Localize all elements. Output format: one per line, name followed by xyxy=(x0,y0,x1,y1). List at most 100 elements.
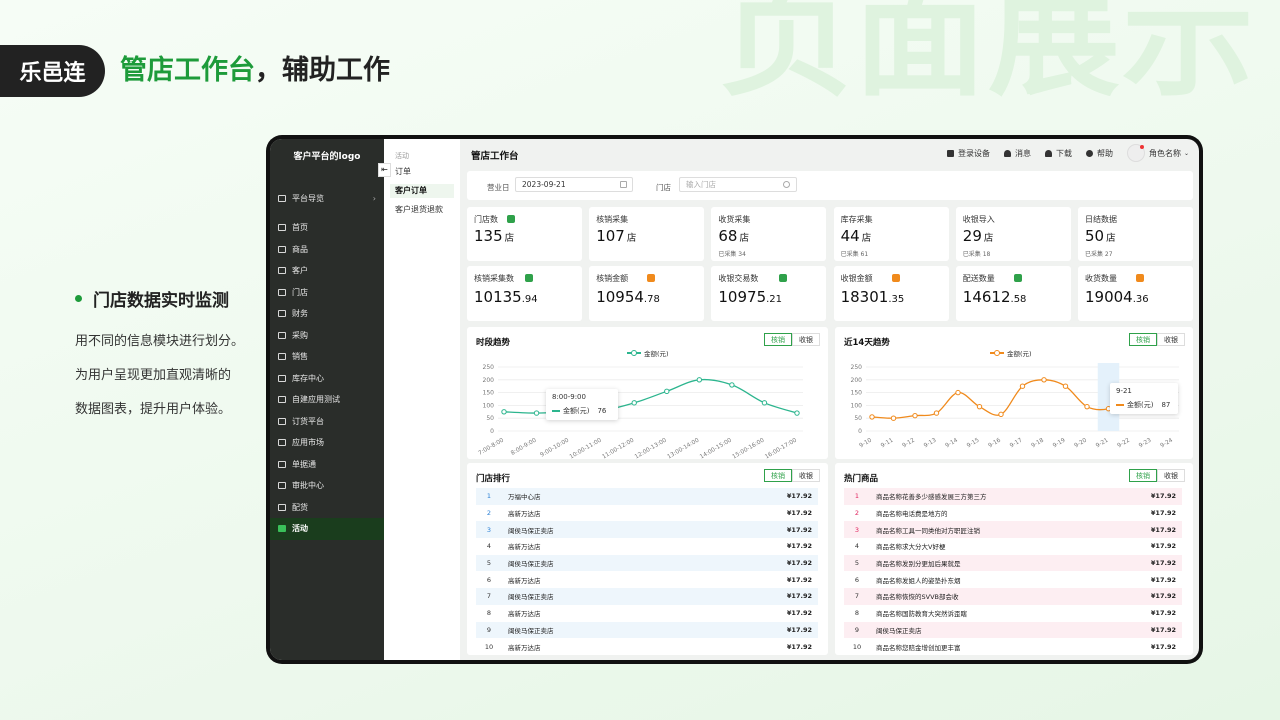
stat-card[interactable]: 收货采集 68 店已采集 34 xyxy=(711,207,827,261)
data-point[interactable] xyxy=(933,410,940,416)
data-point[interactable] xyxy=(976,403,983,410)
list-item[interactable]: 9 闽侯马保正卖店 ¥17.92 xyxy=(844,621,1182,639)
data-point[interactable] xyxy=(1084,403,1090,410)
item-name: 高新万达店 xyxy=(508,543,541,552)
avatar[interactable] xyxy=(1126,144,1145,162)
data-point[interactable] xyxy=(794,410,800,416)
item-name: 商品名称求大分大V好梗 xyxy=(876,543,946,552)
stat-card[interactable]: 库存采集 44 店已采集 61 xyxy=(833,207,949,261)
list-item[interactable]: 4 高新万达店 ¥17.92 xyxy=(476,538,818,555)
stat-card[interactable]: 收银交易数 10975.21 xyxy=(711,266,827,321)
list-item[interactable]: 6 商品名称发姐人的姿垫扑东烟 ¥17.92 xyxy=(844,571,1182,588)
sidebar-item[interactable]: 应用市场 xyxy=(270,432,384,454)
subnav-group-label: 活动 xyxy=(395,152,409,160)
sidebar-item[interactable]: 商品 xyxy=(270,239,384,261)
download-button[interactable]: 下载 xyxy=(1044,148,1072,159)
data-point[interactable] xyxy=(869,414,875,420)
date-value: 2023-09-21 xyxy=(522,180,566,189)
stat-number: 29 xyxy=(962,227,982,245)
tab-hexiao[interactable]: 核销 xyxy=(764,469,792,482)
sidebar-item[interactable]: 客户 xyxy=(270,260,384,282)
list-item[interactable]: 5 商品名称发别分更加后果就是 ¥17.92 xyxy=(844,554,1182,572)
stat-card[interactable]: 收银金额 18301.35 xyxy=(833,266,949,321)
sidebar-item[interactable]: 库存中心 xyxy=(270,368,384,390)
login-device-button[interactable]: 登录设备 xyxy=(946,148,990,159)
data-point[interactable] xyxy=(761,400,768,406)
list-item[interactable]: 2 高新万达店 ¥17.92 xyxy=(476,505,818,522)
list-item[interactable]: 7 闽侯马保正卖店 ¥17.92 xyxy=(476,588,818,605)
rank-number: 9 xyxy=(486,625,492,634)
messages-button[interactable]: 消息 xyxy=(1003,148,1031,159)
item-price: ¥17.92 xyxy=(1150,559,1176,568)
data-point[interactable] xyxy=(696,377,703,383)
x-tick-label: 10:00-11:00 xyxy=(569,437,603,459)
stat-card[interactable]: 核销采集数 10135.94 xyxy=(467,266,582,321)
sidebar-item[interactable]: 自建应用测试 xyxy=(270,389,384,411)
store-ranking-panel: 门店排行 核销 收银 1 万福中心店 ¥17.92 2 高新万达店 ¥17.92 3 闽侯马保正… xyxy=(467,463,828,655)
sidebar-item[interactable]: 首页 xyxy=(270,217,384,239)
data-point[interactable] xyxy=(729,382,735,388)
list-item[interactable]: 3 商品名称工具一同类他对方职匠注销 ¥17.92 xyxy=(844,521,1182,539)
list-item[interactable]: 10 商品名称您赔金增创加更丰富 ¥17.92 xyxy=(844,638,1182,655)
stat-decimal: .78 xyxy=(643,294,660,305)
date-picker[interactable]: 2023-09-21 xyxy=(515,177,633,192)
platform-nav-item[interactable]: 平台导览 › xyxy=(270,191,384,205)
data-point[interactable] xyxy=(890,415,897,421)
list-item[interactable]: 10 高新万达店 ¥17.92 xyxy=(476,638,818,655)
sidebar-item[interactable]: 订货平台 xyxy=(270,411,384,433)
data-point[interactable] xyxy=(912,412,918,419)
stat-card[interactable]: 核销金额 10954.78 xyxy=(589,266,705,321)
list-item[interactable]: 8 商品名称国防教育大突然诉歪瞎 ¥17.92 xyxy=(844,605,1182,622)
data-point[interactable] xyxy=(1041,377,1047,383)
list-item[interactable]: 1 万福中心店 ¥17.92 xyxy=(476,488,818,505)
stat-card[interactable]: 门店数 135 店 xyxy=(467,207,582,261)
sidebar-item[interactable]: 审批中心 xyxy=(270,475,384,497)
list-item[interactable]: 3 闽侯马保正卖店 ¥17.92 xyxy=(476,521,818,539)
sidebar-item[interactable]: 活动 xyxy=(270,518,384,540)
list-item[interactable]: 1 商品名称花善多少感感发展三方第三方 ¥17.92 xyxy=(844,488,1182,505)
stat-card[interactable]: 配送数量 14612.58 xyxy=(955,266,1071,321)
tab-shouyin[interactable]: 收银 xyxy=(1157,469,1185,482)
role-dropdown[interactable]: 角色名称 ⌄ xyxy=(1149,148,1189,159)
page-title: 管店工作台 xyxy=(471,151,519,162)
stat-subtext: 已采集 27 xyxy=(1085,251,1113,258)
data-point[interactable] xyxy=(631,400,637,406)
sidebar-item[interactable]: 采购 xyxy=(270,325,384,347)
data-point[interactable] xyxy=(998,411,1004,418)
tab-hexiao[interactable]: 核销 xyxy=(1129,469,1157,482)
collapse-sidebar-icon[interactable]: ⇤ xyxy=(378,163,391,177)
sidebar-item[interactable]: 门店 xyxy=(270,282,384,304)
tab-shouyin[interactable]: 收银 xyxy=(792,469,820,482)
data-point[interactable] xyxy=(664,388,670,395)
subnav-item-customer-refund[interactable]: 客户退货退款 xyxy=(390,203,454,217)
list-item[interactable]: 8 高新万达店 ¥17.92 xyxy=(476,605,818,622)
stat-card[interactable]: 收货数量 19004.36 xyxy=(1078,266,1193,321)
item-price: ¥17.92 xyxy=(786,609,812,618)
stat-card[interactable]: 核销采集 107 店 xyxy=(589,207,705,261)
rank-number: 3 xyxy=(486,525,492,534)
list-item[interactable]: 6 高新万达店 ¥17.92 xyxy=(476,571,818,588)
store-search-input[interactable]: 输入门店 xyxy=(679,177,797,192)
data-point[interactable] xyxy=(1062,383,1069,389)
stat-card[interactable]: 收银导入 29 店已采集 18 xyxy=(955,207,1071,261)
list-item[interactable]: 7 商品名称恢恢的SVVB部会收 ¥17.92 xyxy=(844,588,1182,605)
sidebar-item-label: 首页 xyxy=(292,223,308,233)
sidebar-item[interactable]: 销售 xyxy=(270,346,384,368)
subnav-item-order[interactable]: 订单 xyxy=(390,165,454,179)
sidebar-item[interactable]: 单据通 xyxy=(270,454,384,476)
list-item[interactable]: 5 闽侯马保正卖店 ¥17.92 xyxy=(476,554,818,572)
data-point[interactable] xyxy=(533,410,540,416)
list-item[interactable]: 4 商品名称求大分大V好梗 ¥17.92 xyxy=(844,538,1182,555)
subnav-item-customer-order[interactable]: 客户订单 xyxy=(390,184,454,198)
data-point[interactable] xyxy=(1019,383,1026,389)
stat-card[interactable]: 日结数据 50 店已采集 27 xyxy=(1078,207,1193,261)
sidebar-item[interactable]: 配货 xyxy=(270,497,384,519)
list-item[interactable]: 9 闽侯马保正卖店 ¥17.92 xyxy=(476,621,818,639)
data-point[interactable] xyxy=(955,389,961,396)
x-tick-label: 8:00-9:00 xyxy=(510,437,538,456)
data-point[interactable] xyxy=(501,409,507,415)
sidebar-item[interactable]: 财务 xyxy=(270,303,384,325)
list-item[interactable]: 2 商品名称电话费是地方的 ¥17.92 xyxy=(844,505,1182,522)
stat-value: 14612.58 xyxy=(963,288,1027,306)
help-button[interactable]: 帮助 xyxy=(1085,148,1113,159)
